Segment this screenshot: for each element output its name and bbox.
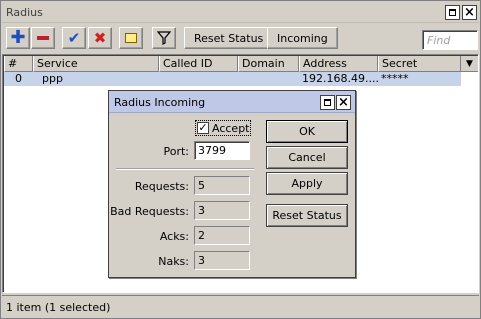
row-domain — [238, 72, 299, 86]
accept-label: Accept — [212, 121, 250, 135]
acks-label: Acks: — [159, 230, 189, 243]
disable-x-icon: ✖ — [93, 29, 107, 47]
maximize-icon — [324, 99, 331, 106]
maximize-icon — [449, 9, 456, 16]
comment-icon — [125, 33, 137, 43]
comment-button[interactable] — [119, 27, 143, 49]
close-button[interactable]: × — [462, 5, 477, 20]
add-button[interactable]: ✚ — [6, 27, 30, 49]
bad-requests-value: 3 — [194, 201, 250, 220]
bad-requests-label: Bad Requests: — [110, 205, 189, 218]
find-input[interactable]: Find — [422, 30, 478, 50]
column-header-called-id[interactable]: Called ID — [159, 56, 238, 72]
reset-status-dialog-button[interactable]: Reset Status — [266, 204, 348, 227]
ok-button[interactable]: OK — [266, 120, 348, 143]
apply-button[interactable]: Apply — [266, 172, 348, 195]
checkbox-check-icon: ✓ — [197, 121, 209, 134]
filter-button[interactable] — [152, 27, 176, 49]
naks-label: Naks: — [158, 255, 189, 268]
dialog-close-button[interactable]: × — [336, 95, 351, 110]
incoming-button[interactable]: Incoming — [267, 27, 338, 49]
port-input[interactable]: 3799 — [194, 141, 250, 160]
dialog-maximize-button[interactable] — [320, 95, 335, 110]
close-icon: × — [464, 5, 475, 20]
port-label: Port: — [163, 145, 189, 158]
column-header-service[interactable]: Service — [33, 56, 159, 72]
window-title: Radius — [6, 6, 43, 19]
dialog-title: Radius Incoming — [114, 96, 206, 109]
enable-check-icon: ✔ — [67, 29, 81, 47]
reset-status-button[interactable]: Reset Status — [184, 27, 274, 49]
title-bar: Radius × — [2, 2, 479, 23]
row-secret: ***** — [381, 72, 409, 85]
column-header-num[interactable]: # — [4, 56, 33, 72]
accept-checkbox[interactable]: ✓ Accept — [195, 120, 251, 136]
enable-button[interactable]: ✔ — [62, 27, 86, 49]
acks-value: 2 — [194, 226, 250, 245]
disable-button[interactable]: ✖ — [88, 27, 112, 49]
dialog-title-bar: Radius Incoming × — [109, 91, 355, 113]
toolbar: ✚ ✔ ✖ Reset Status Incoming Find — [2, 25, 479, 53]
status-text: 1 item (1 selected) — [6, 301, 111, 314]
naks-value: 3 — [194, 251, 250, 270]
column-header-secret[interactable]: Secret — [378, 56, 461, 72]
table-row[interactable]: 0 ppp 192.168.49.... ***** — [4, 72, 461, 86]
row-service: ppp — [42, 72, 63, 85]
maximize-button[interactable] — [445, 5, 460, 20]
column-header-domain[interactable]: Domain — [238, 56, 299, 72]
requests-value: 5 — [194, 176, 250, 195]
remove-button[interactable] — [31, 27, 55, 49]
row-address: 192.168.49.... — [302, 72, 378, 85]
separator — [116, 168, 254, 170]
row-num: 0 — [15, 72, 22, 85]
radius-incoming-dialog: Radius Incoming × ✓ Accept Port: 3799 Re… — [108, 90, 356, 278]
close-icon: × — [338, 95, 349, 110]
status-bar: 1 item (1 selected) — [2, 295, 479, 317]
dropdown-arrow-icon: ▼ — [466, 59, 473, 69]
column-menu-button[interactable]: ▼ — [461, 56, 478, 72]
cancel-button[interactable]: Cancel — [266, 146, 348, 169]
add-icon: ✚ — [10, 27, 26, 48]
requests-label: Requests: — [134, 180, 189, 193]
filter-icon — [157, 31, 171, 45]
row-called-id — [159, 72, 238, 86]
remove-icon — [37, 36, 49, 40]
column-header-address[interactable]: Address — [299, 56, 378, 72]
